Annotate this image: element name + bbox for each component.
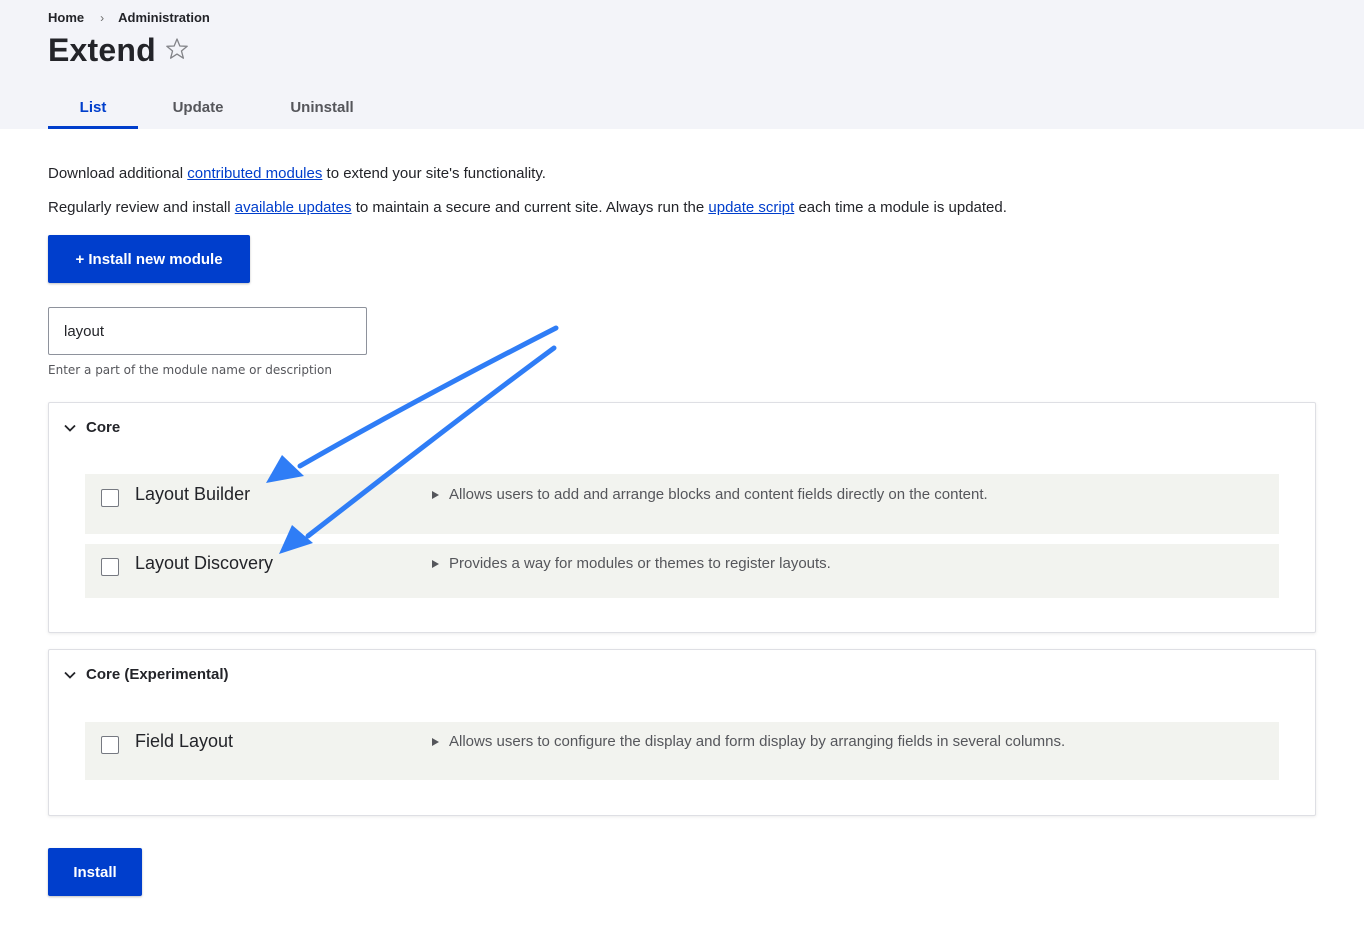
group-toggle-core[interactable]: Core	[63, 419, 120, 436]
module-checkbox-field-layout[interactable]	[101, 736, 119, 754]
triangle-right-icon	[432, 737, 439, 746]
breadcrumb-home[interactable]: Home	[48, 10, 84, 25]
install-new-module-button[interactable]: + Install new module	[48, 235, 250, 283]
contributed-modules-link[interactable]: contributed modules	[187, 165, 322, 182]
module-description-toggle[interactable]: Provides a way for modules or themes to …	[432, 555, 831, 572]
group-label: Core	[86, 419, 121, 436]
chevron-down-icon	[64, 671, 76, 679]
available-updates-link[interactable]: available updates	[235, 199, 352, 216]
module-description-toggle[interactable]: Allows users to add and arrange blocks a…	[432, 486, 988, 503]
install-button[interactable]: Install	[48, 848, 142, 896]
breadcrumb-separator: ›	[100, 10, 105, 25]
triangle-right-icon	[432, 559, 439, 568]
module-filter-input[interactable]	[48, 307, 367, 355]
intro-text: each time a module is updated.	[794, 199, 1007, 216]
group-toggle-core-experimental[interactable]: Core (Experimental)	[63, 666, 229, 683]
tab-list[interactable]: List	[48, 86, 138, 129]
module-row: Field Layout Allows users to configure t…	[85, 722, 1279, 780]
intro-line-1: Download additional contributed modules …	[48, 165, 546, 182]
tab-update[interactable]: Update	[138, 86, 258, 129]
primary-tabs: List Update Uninstall	[48, 86, 386, 129]
module-description: Allows users to add and arrange blocks a…	[449, 486, 988, 503]
page-title: Extend	[48, 32, 156, 68]
module-checkbox-layout-discovery[interactable]	[101, 558, 119, 576]
chevron-down-icon	[64, 424, 76, 432]
breadcrumb: Home › Administration	[48, 10, 210, 25]
group-label: Core (Experimental)	[86, 666, 229, 683]
module-description: Allows users to configure the display an…	[449, 733, 1066, 750]
module-group-core-experimental: Core (Experimental) Field Layout Allows …	[48, 649, 1316, 816]
update-script-link[interactable]: update script	[708, 199, 794, 216]
intro-text: Regularly review and install	[48, 199, 235, 216]
tab-uninstall[interactable]: Uninstall	[258, 86, 386, 129]
module-name: Field Layout	[135, 731, 234, 751]
intro-text: to maintain a secure and current site. A…	[351, 199, 709, 216]
module-description: Provides a way for modules or themes to …	[449, 555, 831, 572]
page-header: Home › Administration Extend List Update…	[0, 0, 1364, 129]
module-name: Layout Builder	[135, 484, 251, 504]
module-name: Layout Discovery	[135, 553, 274, 573]
intro-text: Download additional	[48, 165, 188, 182]
module-row: Layout Discovery Provides a way for modu…	[85, 544, 1279, 598]
module-group-core: Core Layout Builder Allows users to add …	[48, 402, 1316, 633]
breadcrumb-administration[interactable]: Administration	[118, 10, 210, 25]
intro-text: to extend your site's functionality.	[322, 165, 546, 182]
filter-help-text: Enter a part of the module name or descr…	[48, 363, 332, 377]
star-outline-icon[interactable]	[164, 36, 190, 62]
module-checkbox-layout-builder[interactable]	[101, 489, 119, 507]
triangle-right-icon	[432, 490, 439, 499]
intro-line-2: Regularly review and install available u…	[48, 199, 1007, 216]
module-row: Layout Builder Allows users to add and a…	[85, 474, 1279, 534]
module-description-toggle[interactable]: Allows users to configure the display an…	[432, 733, 1065, 750]
